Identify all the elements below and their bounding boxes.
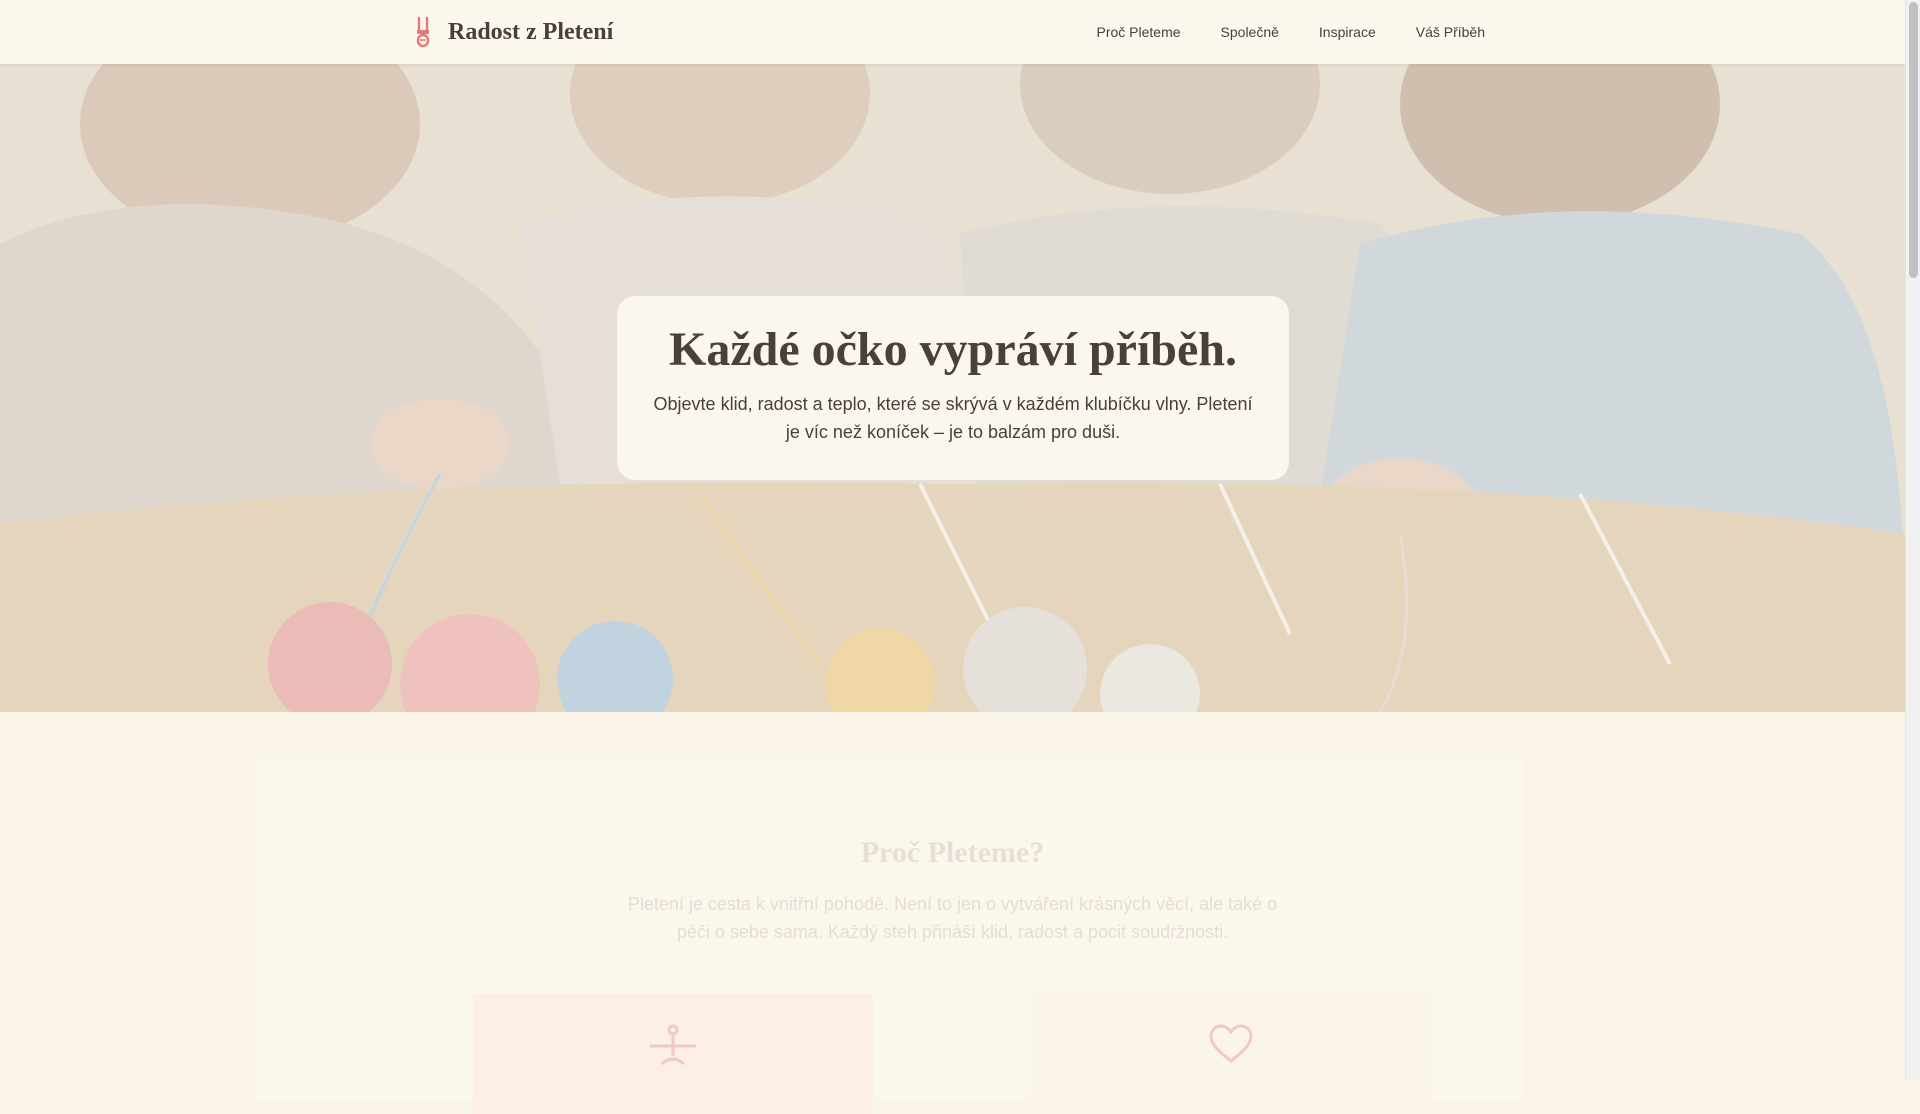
heart-icon	[1209, 1024, 1253, 1063]
scrollbar-thumb[interactable]	[1909, 2, 1918, 278]
nav-link-proc-pleteme[interactable]: Proč Pleteme	[1096, 24, 1180, 40]
main-nav: Proč Pleteme Společně Inspirace Váš Příb…	[1056, 0, 1485, 64]
hero-subtitle: Objevte klid, radost a teplo, které se s…	[653, 394, 1253, 442]
lotus-meditation-icon	[649, 1024, 697, 1066]
site-header: Radost z Pletení Proč Pleteme Společně I…	[0, 0, 1905, 64]
brand-title: Radost z Pletení	[448, 18, 614, 45]
hero-heading: Každé očko vypráví příběh.	[668, 323, 1237, 376]
page-scrollbar[interactable]	[1905, 0, 1920, 1080]
why-section: Proč Pleteme? Pletení je cesta k vnitřní…	[0, 712, 1905, 1114]
feature-card	[1031, 994, 1431, 1114]
why-text: Pletení je cesta k vnitřní pohodě. Není …	[627, 894, 1278, 942]
nav-link-vas-pribeh[interactable]: Váš Příběh	[1416, 24, 1485, 40]
nav-link-spolecne[interactable]: Společně	[1221, 24, 1279, 40]
hero-section: Každé očko vypráví příběh. Objevte klid,…	[0, 64, 1905, 712]
hero-card: Každé očko vypráví příběh. Objevte klid,…	[617, 296, 1289, 480]
why-title: Proč Pleteme?	[860, 836, 1045, 869]
yarn-needles-icon	[416, 16, 430, 48]
feature-card	[473, 994, 873, 1114]
brand[interactable]: Radost z Pletení	[412, 14, 613, 50]
nav-link-inspirace[interactable]: Inspirace	[1319, 24, 1376, 40]
